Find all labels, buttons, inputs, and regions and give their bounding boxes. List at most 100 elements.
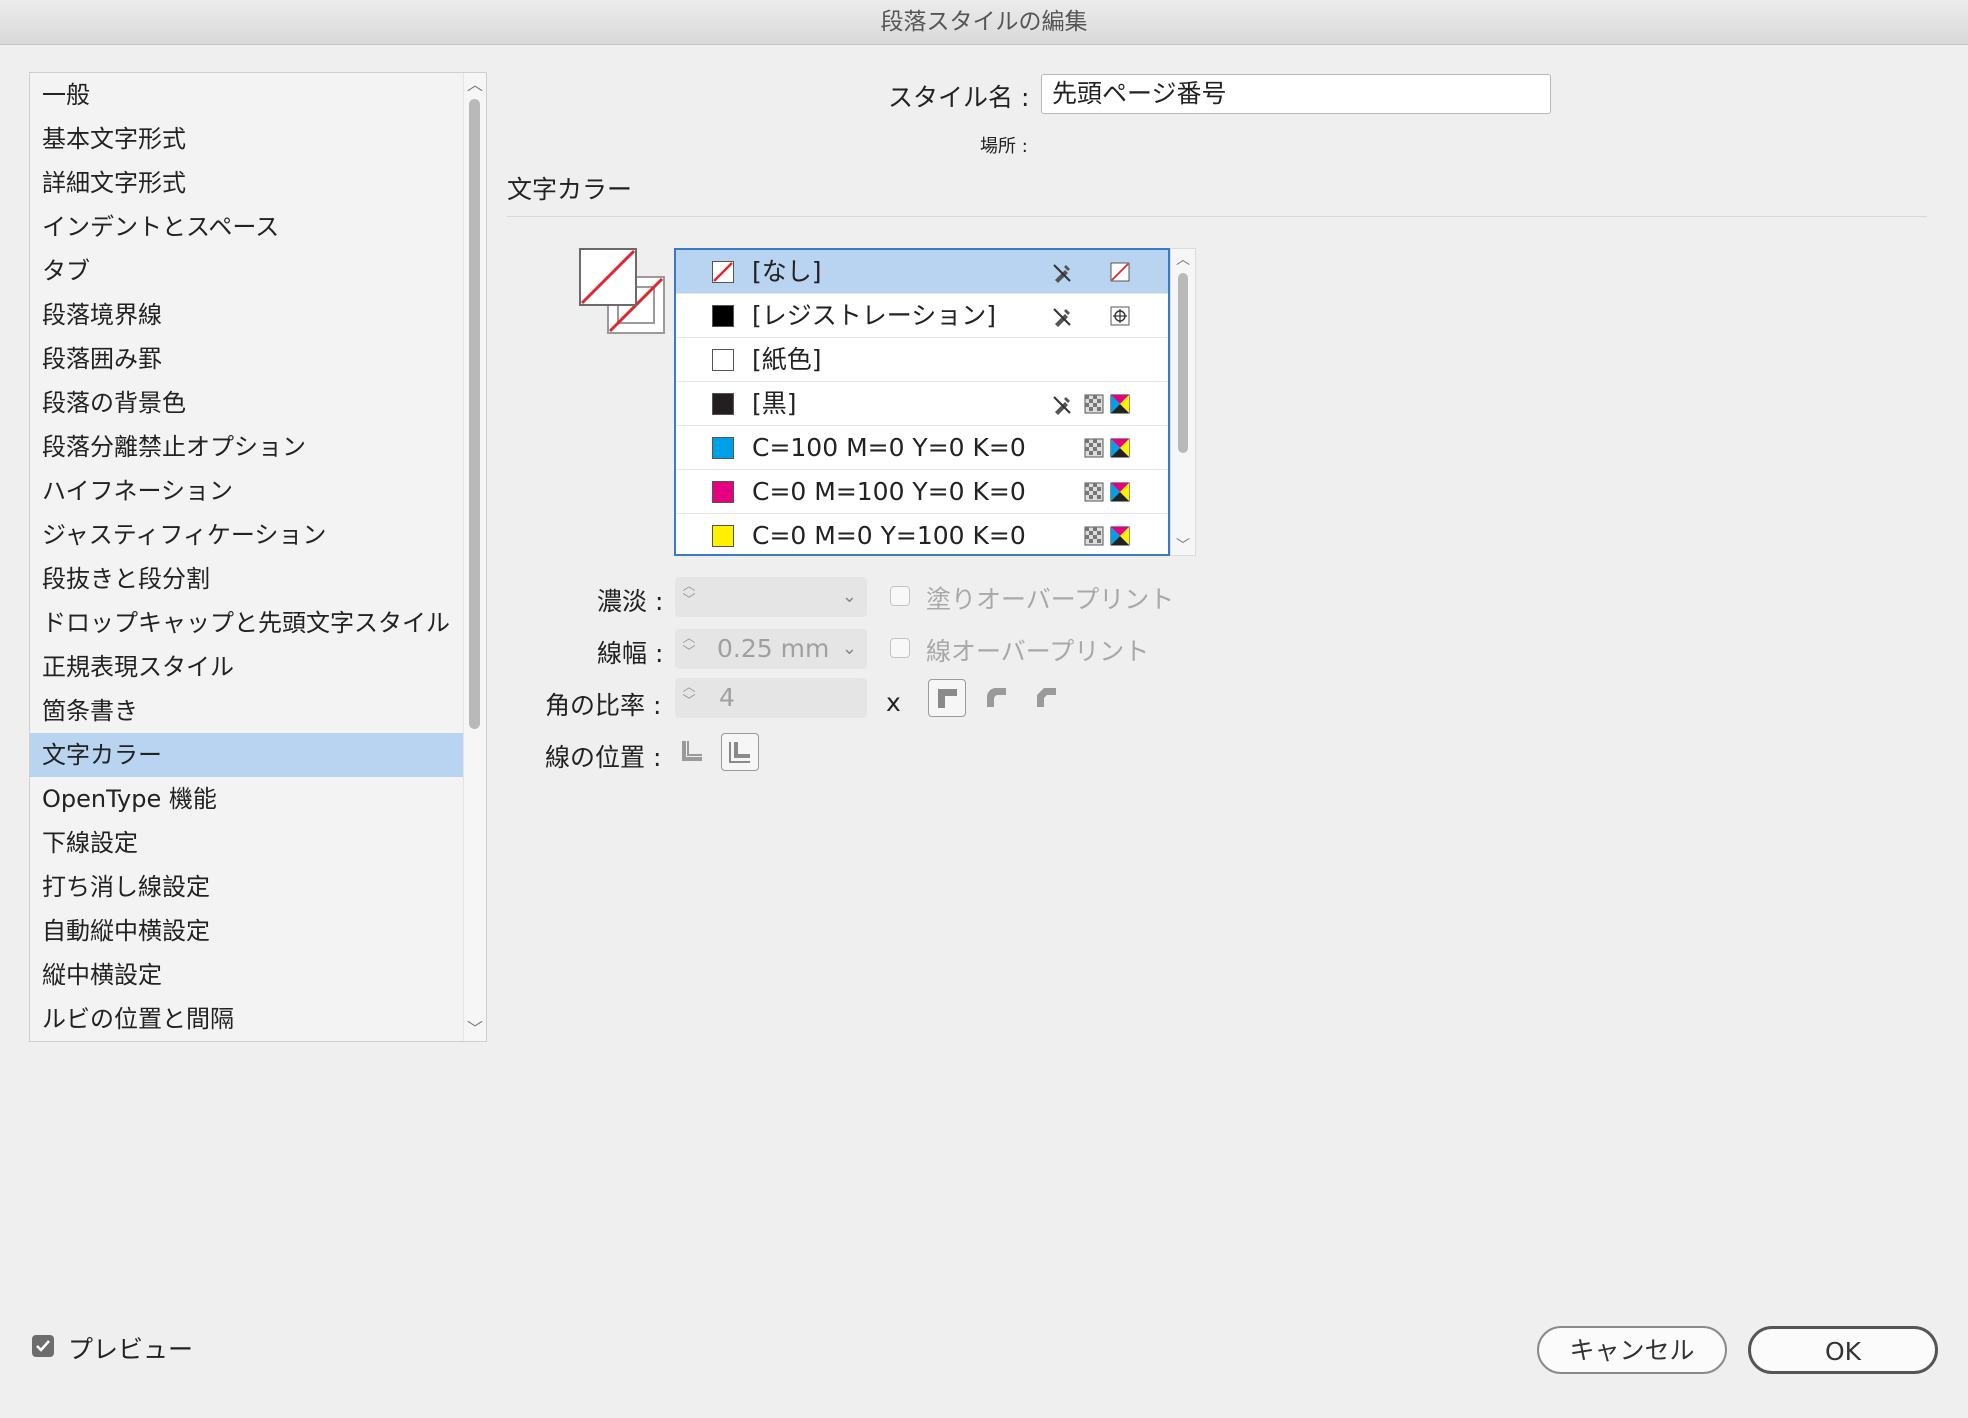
swatch-row[interactable]: C=0 M=0 Y=100 K=0 [676, 514, 1168, 554]
weight-field[interactable]: ︿ ﹀ 0.25 mm ⌄ [675, 629, 867, 669]
swatch-chip [712, 393, 734, 415]
sidebar-item[interactable]: 下線設定 [30, 821, 465, 865]
ok-button[interactable]: OK [1748, 1326, 1938, 1374]
stepper-icon[interactable]: ︿ ﹀ [681, 681, 697, 715]
sidebar-item[interactable]: 段落の背景色 [30, 381, 465, 425]
swatch-scrollbar[interactable]: ︿ ﹀ [1170, 248, 1196, 556]
sidebar-item[interactable]: 段落分離禁止オプション [30, 425, 465, 469]
location-label: 場所 : [980, 136, 1028, 157]
overprint-stroke-checkbox[interactable] [890, 638, 910, 658]
chevron-down-icon[interactable]: ⌄ [842, 629, 857, 669]
sidebar-item[interactable]: 段抜きと段分割 [30, 557, 465, 601]
stepper-icon[interactable]: ︿ ﹀ [681, 580, 697, 614]
overprint-fill-checkbox[interactable] [890, 586, 910, 606]
cmyk-mode-icon [1110, 394, 1132, 416]
category-list[interactable]: 一般 基本文字形式 詳細文字形式 インデントとスペース タブ 段落境界線 段落囲み罫 段落の背… [29, 72, 487, 1042]
swatch-row[interactable]: C=0 M=100 Y=0 K=0 [676, 470, 1168, 514]
swatch-chip [712, 481, 734, 503]
sidebar-item[interactable]: 自動縦中横設定 [30, 909, 465, 953]
sidebar-item[interactable]: 箇条書き [30, 689, 465, 733]
swatch-chip [712, 261, 734, 283]
scroll-up-icon[interactable]: ︿ [1171, 249, 1195, 269]
sidebar-item[interactable]: 一般 [30, 73, 465, 117]
swatch-name: [なし] [752, 257, 822, 286]
stroke-outside-icon [682, 741, 702, 761]
sidebar-item[interactable]: 正規表現スタイル [30, 645, 465, 689]
sidebar-item[interactable]: インデントとスペース [30, 205, 465, 249]
sidebar-item[interactable]: 詳細文字形式 [30, 161, 465, 205]
sidebar-item[interactable]: ドロップキャップと先頭文字スタイル [30, 601, 465, 645]
sidebar-item[interactable]: ハイフネーション [30, 469, 465, 513]
cmyk-mode-icon [1110, 482, 1132, 504]
cancel-button[interactable]: キャンセル [1537, 1326, 1727, 1374]
sidebar-item[interactable]: 段落囲み罫 [30, 337, 465, 381]
swatch-chip [712, 349, 734, 371]
swatch-list[interactable]: [なし] [レジストレーション] [紙色] [黒] C=100 M=0 Y=0 K=0 C… [674, 248, 1170, 556]
none-swatch-icon [1110, 262, 1132, 284]
scroll-down-icon[interactable]: ﹀ [464, 1019, 486, 1039]
round-join-icon [987, 688, 1006, 707]
scroll-down-icon[interactable]: ﹀ [1171, 535, 1195, 555]
overprint-stroke-label: 線オーバープリント [926, 637, 1150, 666]
category-scroll-thumb[interactable] [469, 99, 480, 729]
process-color-icon [1084, 438, 1106, 460]
preview-label: プレビュー [68, 1335, 194, 1364]
sidebar-item[interactable]: 文字カラー [30, 733, 465, 777]
chevron-down-icon[interactable]: ⌄ [842, 577, 857, 617]
round-join-button[interactable] [978, 679, 1016, 717]
swatch-name: [紙色] [752, 345, 822, 374]
swatch-name: [黒] [752, 389, 797, 418]
preview-checkbox[interactable] [32, 1335, 54, 1357]
sidebar-item[interactable]: ジャスティフィケーション [30, 513, 465, 557]
checkmark-icon [36, 1340, 50, 1352]
pencil-slash-icon [1051, 394, 1073, 416]
stroke-position-label: 線の位置 : [545, 743, 662, 772]
sidebar-item[interactable]: OpenType 機能 [30, 777, 465, 821]
style-name-label: スタイル名 : [888, 83, 1030, 112]
tint-field[interactable]: ︿ ﹀ ⌄ [675, 577, 867, 617]
overprint-fill-label: 塗りオーバープリント [926, 585, 1175, 614]
section-divider [507, 216, 1927, 217]
weight-label: 線幅 : [597, 639, 664, 668]
swatch-chip [712, 525, 734, 547]
stroke-position-inside-button[interactable] [721, 733, 759, 771]
sidebar-item[interactable]: 打ち消し線設定 [30, 865, 465, 909]
category-scrollbar[interactable]: ︿ ﹀ [463, 73, 486, 1041]
cmyk-mode-icon [1110, 438, 1132, 460]
miter-label: 角の比率 : [545, 691, 662, 720]
miter-x-label: x [886, 688, 901, 717]
section-title: 文字カラー [507, 175, 633, 204]
swatch-row[interactable]: [紙色] [676, 338, 1168, 382]
miter-join-button[interactable] [928, 679, 966, 717]
style-name-input[interactable]: 先頭ページ番号 [1041, 74, 1551, 114]
stepper-icon[interactable]: ︿ ﹀ [681, 632, 697, 666]
swatch-chip [712, 437, 734, 459]
scroll-up-icon[interactable]: ︿ [464, 75, 486, 95]
fill-stroke-proxy-icon[interactable] [578, 247, 666, 335]
sidebar-item[interactable]: 基本文字形式 [30, 117, 465, 161]
sidebar-item[interactable]: 段落境界線 [30, 293, 465, 337]
sidebar-item[interactable]: タブ [30, 249, 465, 293]
stroke-position-outside-button[interactable] [674, 733, 712, 771]
bevel-join-icon [1037, 688, 1056, 707]
tint-label: 濃淡 : [597, 587, 664, 616]
cmyk-mode-icon [1110, 526, 1132, 548]
swatch-scroll-thumb[interactable] [1178, 273, 1188, 453]
swatch-row[interactable]: [レジストレーション] [676, 294, 1168, 338]
swatch-row[interactable]: [黒] [676, 382, 1168, 426]
pencil-slash-icon [1051, 306, 1073, 328]
swatch-row[interactable]: C=100 M=0 Y=0 K=0 [676, 426, 1168, 470]
sidebar-item[interactable]: ルビの位置と間隔 [30, 997, 465, 1041]
swatch-name: C=0 M=0 Y=100 K=0 [752, 521, 1026, 550]
process-color-icon [1084, 482, 1106, 504]
swatch-row[interactable]: [なし] [676, 250, 1168, 294]
window-title: 段落スタイルの編集 [0, 0, 1968, 45]
swatch-chip [712, 305, 734, 327]
swatch-name: C=0 M=100 Y=0 K=0 [752, 477, 1026, 506]
registration-icon [1110, 306, 1132, 328]
sidebar-item[interactable]: 縦中横設定 [30, 953, 465, 997]
bevel-join-button[interactable] [1028, 679, 1066, 717]
swatch-name: [レジストレーション] [752, 301, 997, 330]
miter-field[interactable]: ︿ ﹀ 4 [675, 678, 867, 718]
swatch-name: C=100 M=0 Y=0 K=0 [752, 433, 1026, 462]
